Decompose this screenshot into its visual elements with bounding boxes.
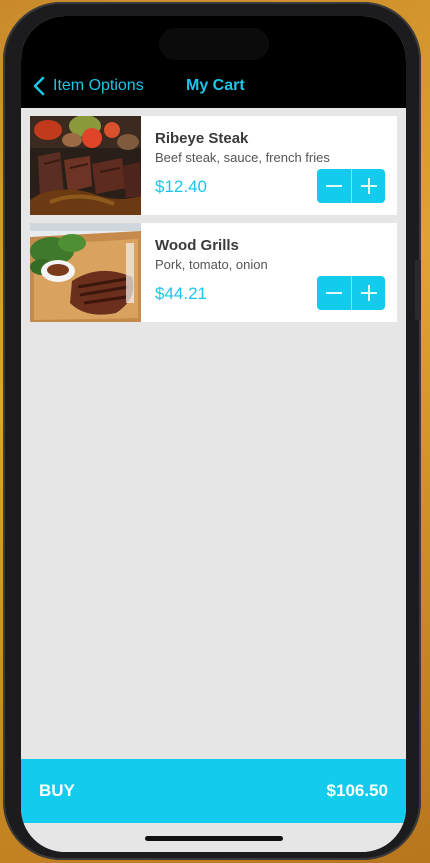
quantity-stepper xyxy=(317,169,385,203)
cart-list: Ribeye Steak Beef steak, sauce, french f… xyxy=(21,108,406,760)
cart-item: Wood Grills Pork, tomato, onion $44.21 xyxy=(30,223,397,322)
wood-grills-photo xyxy=(30,223,141,322)
page-title: My Cart xyxy=(186,77,245,94)
increment-button[interactable] xyxy=(351,276,385,310)
back-button-label: Item Options xyxy=(53,77,144,94)
plus-icon xyxy=(361,285,377,301)
buy-label: BUY xyxy=(39,781,75,800)
plus-icon xyxy=(361,178,377,194)
item-price: $44.21 xyxy=(155,284,207,303)
back-button[interactable]: Item Options xyxy=(31,76,144,96)
chevron-left-icon xyxy=(33,76,45,96)
quantity-stepper xyxy=(317,276,385,310)
item-name: Ribeye Steak xyxy=(155,130,249,147)
phone-frame: Item Options My Cart Ribeye Steak Beef s… xyxy=(3,2,421,860)
item-description: Beef steak, sauce, french fries xyxy=(155,150,330,165)
dynamic-island xyxy=(159,28,269,60)
decrement-button[interactable] xyxy=(317,276,351,310)
decrement-button[interactable] xyxy=(317,169,351,203)
navigation-bar: Item Options My Cart xyxy=(21,16,406,108)
ribeye-steak-photo xyxy=(30,116,141,215)
cart-total: $106.50 xyxy=(326,781,388,800)
home-area xyxy=(21,823,406,852)
item-price: $12.40 xyxy=(155,177,207,196)
side-button xyxy=(415,260,421,320)
buy-button[interactable]: BUY $106.50 xyxy=(21,759,406,823)
increment-button[interactable] xyxy=(351,169,385,203)
minus-icon xyxy=(326,185,342,187)
app-screen: Item Options My Cart Ribeye Steak Beef s… xyxy=(21,16,406,852)
item-description: Pork, tomato, onion xyxy=(155,257,268,272)
minus-icon xyxy=(326,292,342,294)
cart-item: Ribeye Steak Beef steak, sauce, french f… xyxy=(30,116,397,215)
item-name: Wood Grills xyxy=(155,237,239,254)
home-indicator[interactable] xyxy=(145,836,283,841)
